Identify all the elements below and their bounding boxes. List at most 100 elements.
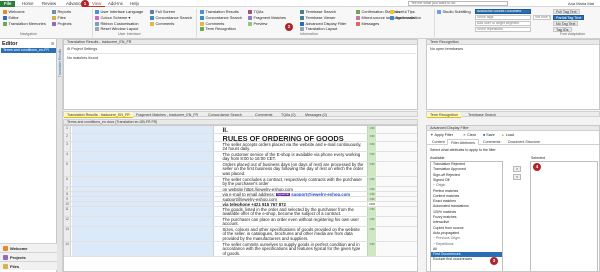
segment-status[interactable]: CM bbox=[367, 227, 376, 241]
target-cell[interactable]: II. bbox=[221, 126, 366, 134]
ribbon-colour-scheme[interactable]: Colour Scheme ▾ bbox=[95, 15, 130, 20]
target-cell[interactable]: RULES OF ORDERING OF GOODS bbox=[221, 134, 366, 141]
tab-translation-results[interactable]: Translation Results - traducere_EN_FR bbox=[64, 112, 133, 118]
apply-filter-button[interactable]: ▼ Apply Filter bbox=[430, 133, 453, 137]
segment-row[interactable]: 1 II. CM bbox=[64, 126, 417, 134]
save-button[interactable]: ■ Save bbox=[483, 133, 495, 137]
ribbon-translation-layout[interactable]: Translation Layout bbox=[300, 26, 337, 31]
segment-status[interactable]: CM bbox=[367, 207, 376, 216]
subtab-content[interactable]: Content bbox=[429, 139, 448, 145]
ribbon-preview[interactable]: Preview bbox=[248, 21, 267, 26]
ribbon-files[interactable]: Files bbox=[52, 15, 66, 20]
target-cell[interactable]: Orders placed out of business days (on d… bbox=[221, 162, 366, 176]
ribbon-studio-subtitling[interactable]: Studio Subtitling bbox=[437, 9, 471, 14]
source-cell[interactable] bbox=[72, 134, 214, 141]
segment-status[interactable]: CM bbox=[367, 187, 376, 191]
target-cell[interactable]: on website https://jewelry-eshop.com bbox=[221, 187, 366, 191]
ribbon-termbase-search[interactable]: Termbase Search bbox=[300, 9, 336, 14]
full-tag-text-button[interactable]: Full Tag Text bbox=[553, 9, 580, 14]
subtab-document-structure[interactable]: Document Structure bbox=[505, 139, 543, 145]
source-cell[interactable] bbox=[72, 126, 214, 133]
segment-status[interactable]: CM bbox=[367, 197, 376, 201]
subtab-filter-attributes[interactable]: Filter Attributes bbox=[447, 139, 479, 145]
ribbon-full-screen[interactable]: Full Screen bbox=[150, 9, 175, 14]
tab-term-recognition[interactable]: Term Recognition bbox=[427, 112, 461, 118]
vertical-tab-label[interactable]: Translation Results bbox=[58, 49, 62, 77]
target-cell[interactable]: The goods, listed in the order and selec… bbox=[221, 207, 366, 216]
tab-messages[interactable]: Messages (0) bbox=[302, 112, 330, 118]
nav-button-welcome[interactable]: Welcome bbox=[0, 243, 57, 252]
nav-button-files[interactable]: Files bbox=[0, 261, 57, 270]
segment-status[interactable]: CM bbox=[367, 177, 376, 186]
target-cell[interactable]: via telephone +421 915 767 872 bbox=[221, 202, 366, 206]
source-cell[interactable] bbox=[72, 207, 214, 216]
ribbon-fragment-matches[interactable]: Fragment Matches bbox=[248, 15, 286, 20]
target-cell[interactable]: The customer service of the E-shop is av… bbox=[221, 152, 366, 161]
clear-button[interactable]: ✕ Clear bbox=[463, 133, 476, 137]
no-tag-text-button[interactable]: No Tag Text bbox=[553, 21, 579, 26]
remove-attribute-button[interactable]: < bbox=[513, 174, 521, 180]
target-cell[interactable]: The seller concludes a contract, respect… bbox=[221, 177, 366, 186]
user-name[interactable]: Ana Maria Mat bbox=[568, 1, 594, 6]
ribbon-bookmarks[interactable]: Bookmarks bbox=[390, 15, 415, 20]
ribbon-translation-results[interactable]: Translation Results bbox=[200, 9, 239, 14]
source-cell[interactable] bbox=[72, 197, 214, 201]
selected-attributes-list[interactable] bbox=[530, 161, 598, 271]
segment-status[interactable]: CM bbox=[367, 152, 376, 161]
repetitions-field[interactable]: Show repetitions bbox=[475, 27, 531, 32]
source-cell[interactable] bbox=[72, 202, 214, 206]
load-button[interactable]: ▲ Load bbox=[501, 133, 514, 137]
nav-button-projects[interactable]: Projects bbox=[0, 252, 57, 261]
segment-row[interactable]: 4 The customer service of the E-shop is a… bbox=[64, 152, 417, 162]
source-cell[interactable] bbox=[72, 177, 214, 186]
ribbon-useful-tips[interactable]: Useful Tips bbox=[390, 9, 415, 14]
segment-row[interactable]: 3 The seller accepts orders placed via th… bbox=[64, 142, 417, 152]
ribbon-concordance-search[interactable]: Concordance Search bbox=[200, 15, 242, 20]
segment-row[interactable]: 14 The seller commits ourselves to supply… bbox=[64, 242, 417, 257]
source-cell[interactable] bbox=[72, 192, 214, 196]
tab-termbase-search[interactable]: Termbase Search bbox=[465, 112, 499, 118]
ribbon-welcome[interactable]: Welcome bbox=[3, 9, 25, 14]
segment-row[interactable]: 2 RULES OF ORDERING OF GOODS CM bbox=[64, 134, 417, 142]
segment-status[interactable]: CM bbox=[367, 192, 376, 196]
add-attribute-button[interactable]: > bbox=[513, 166, 521, 172]
segment-status[interactable]: CM bbox=[367, 142, 376, 151]
ribbon-term-recognition[interactable]: Term Recognition bbox=[200, 26, 236, 31]
source-cell[interactable] bbox=[72, 152, 214, 161]
target-cell[interactable]: support@jewelry-eshop.com bbox=[221, 197, 366, 201]
segment-status[interactable]: CM bbox=[367, 162, 376, 176]
target-cell[interactable]: The purchaser can place an order even wi… bbox=[221, 217, 366, 226]
tab-fragment-matches[interactable]: Fragment Matches - traducere_EN_FR bbox=[133, 112, 201, 118]
subtab-comments[interactable]: Comments bbox=[480, 139, 503, 145]
segment-row[interactable]: 12 The purchaser can place an order even … bbox=[64, 217, 417, 227]
segment-status[interactable]: ADR bbox=[367, 202, 376, 206]
source-cell[interactable] bbox=[72, 162, 214, 176]
tab-tqas[interactable]: TQAs (0) bbox=[278, 112, 299, 118]
ribbon-reports[interactable]: Reports bbox=[52, 9, 71, 14]
ribbon-translation-memories[interactable]: Translation Memories bbox=[3, 21, 46, 26]
ribbon-reset-layout[interactable]: Reset Window Layout bbox=[95, 26, 138, 31]
tab-comments[interactable]: Comments bbox=[252, 112, 275, 118]
source-cell[interactable] bbox=[72, 187, 214, 191]
partial-tag-text-button[interactable]: Partial Tag Text bbox=[553, 15, 585, 20]
segment-row[interactable]: 5 Orders placed out of business days (on … bbox=[64, 162, 417, 177]
ribbon-projects[interactable]: Projects bbox=[52, 21, 72, 26]
ribbon-editor[interactable]: Editor bbox=[3, 15, 19, 20]
segment-row[interactable]: 11 The goods, listed in the order and sel… bbox=[64, 207, 417, 217]
pre-tag-field[interactable]: Set time for pre-tag bbox=[533, 15, 551, 20]
source-cell[interactable] bbox=[72, 217, 214, 226]
segment-row[interactable]: 6 The seller concludes a contract, respec… bbox=[64, 177, 417, 187]
segment-status[interactable]: CM bbox=[367, 134, 376, 141]
email-link[interactable]: support@jewelry-eshop.com bbox=[291, 192, 350, 196]
pin-icon[interactable]: ⊞ bbox=[51, 41, 54, 46]
source-cell[interactable] bbox=[72, 242, 214, 256]
tag-marker[interactable]: hyperlink bbox=[276, 193, 291, 196]
autoscroll-toggle[interactable]: Autoscroll Source Document bbox=[475, 9, 531, 14]
add-user-field[interactable]: Add user to target segment bbox=[475, 21, 531, 26]
available-attributes-list[interactable]: Translation Rejected Translation Approved… bbox=[430, 161, 503, 271]
target-cell[interactable]: via e-mail to email address: hyperlink s… bbox=[221, 192, 366, 196]
target-cell[interactable]: The seller accepts orders placed via the… bbox=[221, 142, 366, 151]
tell-me-search-input[interactable]: Tell me what you want to do bbox=[408, 1, 508, 6]
segment-status[interactable]: CM bbox=[367, 217, 376, 226]
ribbon-comments[interactable]: Comments bbox=[150, 21, 174, 26]
